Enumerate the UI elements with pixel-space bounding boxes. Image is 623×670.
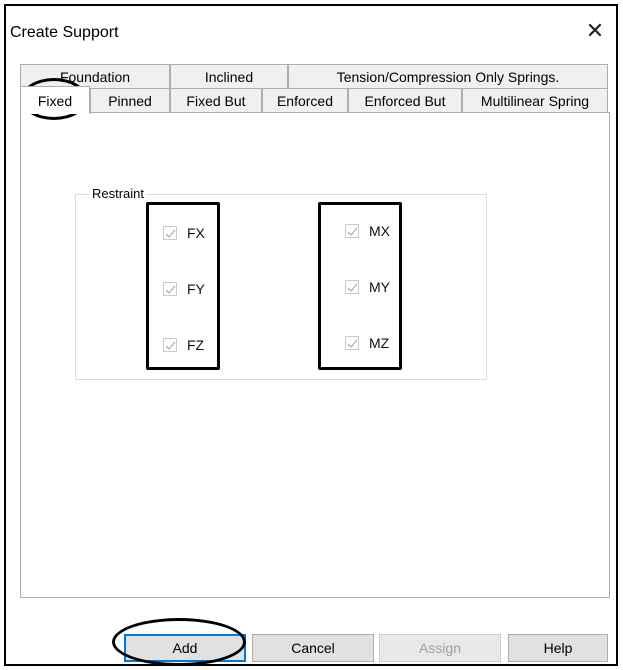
restraint-groupbox: Restraint FX FY FZ MX MY MZ: [75, 186, 487, 380]
title-bar: Create Support ✕: [6, 6, 616, 52]
tab-inclined[interactable]: Inclined: [170, 64, 288, 88]
tab-multilinear-spring[interactable]: Multilinear Spring: [462, 88, 608, 112]
tab-fixed-but[interactable]: Fixed But: [170, 88, 262, 112]
create-support-dialog: Create Support ✕ Foundation Inclined Ten…: [4, 4, 618, 666]
help-button[interactable]: Help: [508, 634, 608, 662]
annotation-rect-moments: [318, 202, 402, 370]
fixed-tab-panel: Restraint FX FY FZ MX MY MZ: [20, 112, 610, 598]
close-icon[interactable]: ✕: [582, 18, 608, 44]
tab-pinned[interactable]: Pinned: [90, 88, 170, 112]
tab-enforced[interactable]: Enforced: [262, 88, 348, 112]
assign-button: Assign: [379, 634, 501, 662]
annotation-ellipse-add-button: [112, 618, 246, 666]
cancel-button[interactable]: Cancel: [252, 634, 374, 662]
tab-enforced-but[interactable]: Enforced But: [348, 88, 462, 112]
tab-tension-compression[interactable]: Tension/Compression Only Springs.: [288, 64, 608, 88]
tab-fixed[interactable]: Fixed: [20, 86, 90, 114]
dialog-title: Create Support: [10, 24, 119, 41]
restraint-label: Restraint: [90, 186, 147, 201]
annotation-rect-forces: [146, 202, 220, 370]
